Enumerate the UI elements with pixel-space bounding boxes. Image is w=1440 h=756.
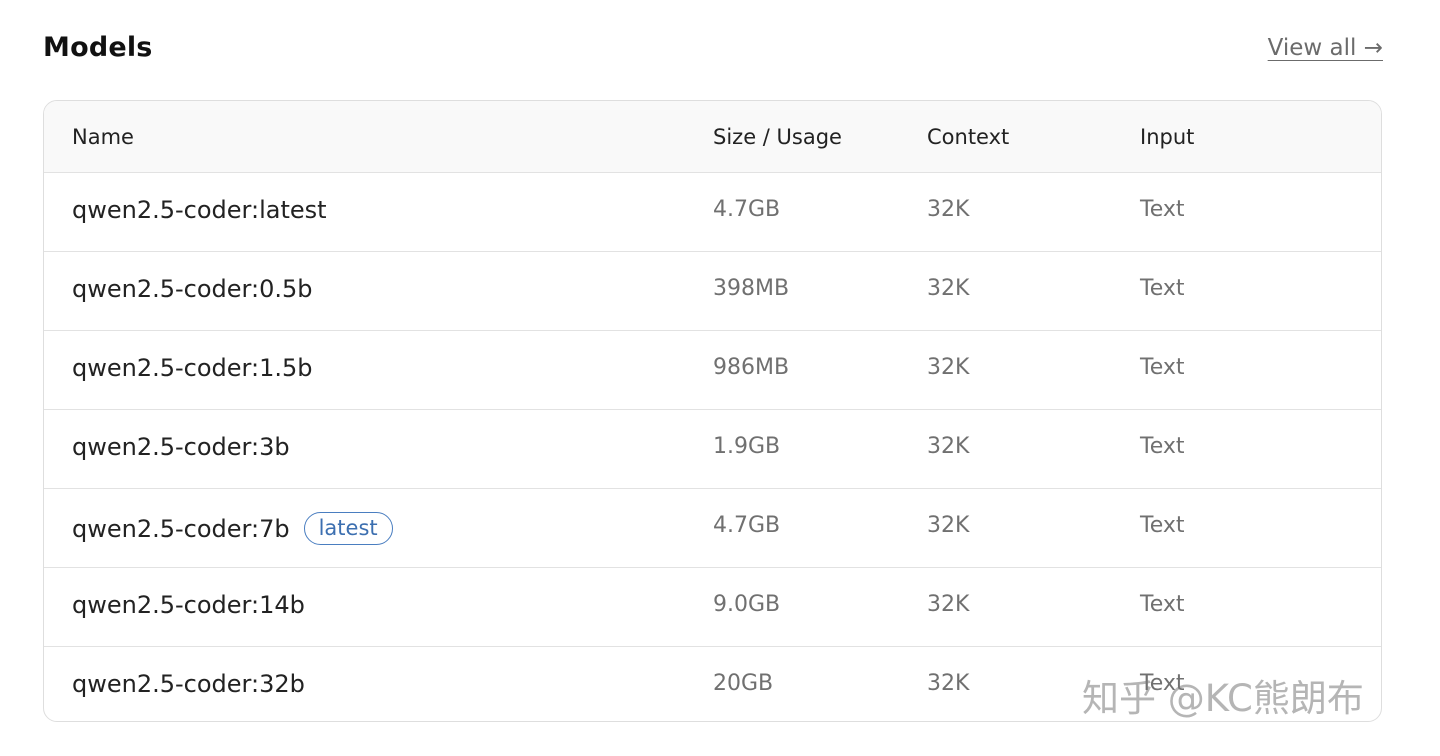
model-name[interactable]: qwen2.5-coder:latest [72,196,327,224]
model-input: Text [1140,355,1185,380]
table-row[interactable]: qwen2.5-coder:14b 9.0GB 32K Text [44,568,1381,647]
column-header-context: Context [927,125,1010,149]
model-input: Text [1140,671,1185,696]
section-title: Models [43,32,153,63]
table-row[interactable]: qwen2.5-coder:3b 1.9GB 32K Text [44,410,1381,489]
table-header: Name Size / Usage Context Input [44,101,1381,173]
table-row[interactable]: qwen2.5-coder:7b latest 4.7GB 32K Text [44,489,1381,568]
column-header-name: Name [72,125,134,149]
model-context: 32K [927,355,970,380]
model-size: 1.9GB [713,434,781,459]
model-name[interactable]: qwen2.5-coder:1.5b [72,354,312,382]
model-input: Text [1140,434,1185,459]
model-input: Text [1140,513,1185,538]
model-name-cell: qwen2.5-coder:0.5b [72,275,312,303]
latest-badge: latest [303,512,393,545]
model-name[interactable]: qwen2.5-coder:32b [72,670,305,698]
model-input: Text [1140,592,1185,617]
model-size: 4.7GB [713,513,781,538]
model-input: Text [1140,276,1185,301]
column-header-size: Size / Usage [713,125,842,149]
model-size: 398MB [713,276,790,301]
model-context: 32K [927,671,970,696]
model-context: 32K [927,434,970,459]
model-size: 4.7GB [713,197,781,222]
table-row[interactable]: qwen2.5-coder:32b 20GB 32K Text [44,647,1381,721]
model-name-cell: qwen2.5-coder:14b [72,591,305,619]
model-name[interactable]: qwen2.5-coder:14b [72,591,305,619]
model-context: 32K [927,197,970,222]
model-name-cell: qwen2.5-coder:3b [72,433,290,461]
model-name-cell: qwen2.5-coder:latest [72,196,327,224]
models-page: Models View all → Name Size / Usage Cont… [0,0,1440,756]
model-input: Text [1140,197,1185,222]
model-size: 986MB [713,355,790,380]
model-context: 32K [927,276,970,301]
models-table: Name Size / Usage Context Input qwen2.5-… [43,100,1382,722]
model-context: 32K [927,592,970,617]
table-row[interactable]: qwen2.5-coder:0.5b 398MB 32K Text [44,252,1381,331]
column-header-input: Input [1140,125,1195,149]
view-all-link[interactable]: View all → [1268,35,1383,61]
model-name[interactable]: qwen2.5-coder:0.5b [72,275,312,303]
model-name-cell: qwen2.5-coder:1.5b [72,354,312,382]
model-name-cell: qwen2.5-coder:7b latest [72,512,393,545]
model-context: 32K [927,513,970,538]
section-header: Models View all → [43,28,1383,74]
model-size: 20GB [713,671,774,696]
model-name[interactable]: qwen2.5-coder:7b [72,515,290,543]
model-name-cell: qwen2.5-coder:32b [72,670,305,698]
table-row[interactable]: qwen2.5-coder:1.5b 986MB 32K Text [44,331,1381,410]
table-row[interactable]: qwen2.5-coder:latest 4.7GB 32K Text [44,173,1381,252]
model-size: 9.0GB [713,592,781,617]
model-name[interactable]: qwen2.5-coder:3b [72,433,290,461]
